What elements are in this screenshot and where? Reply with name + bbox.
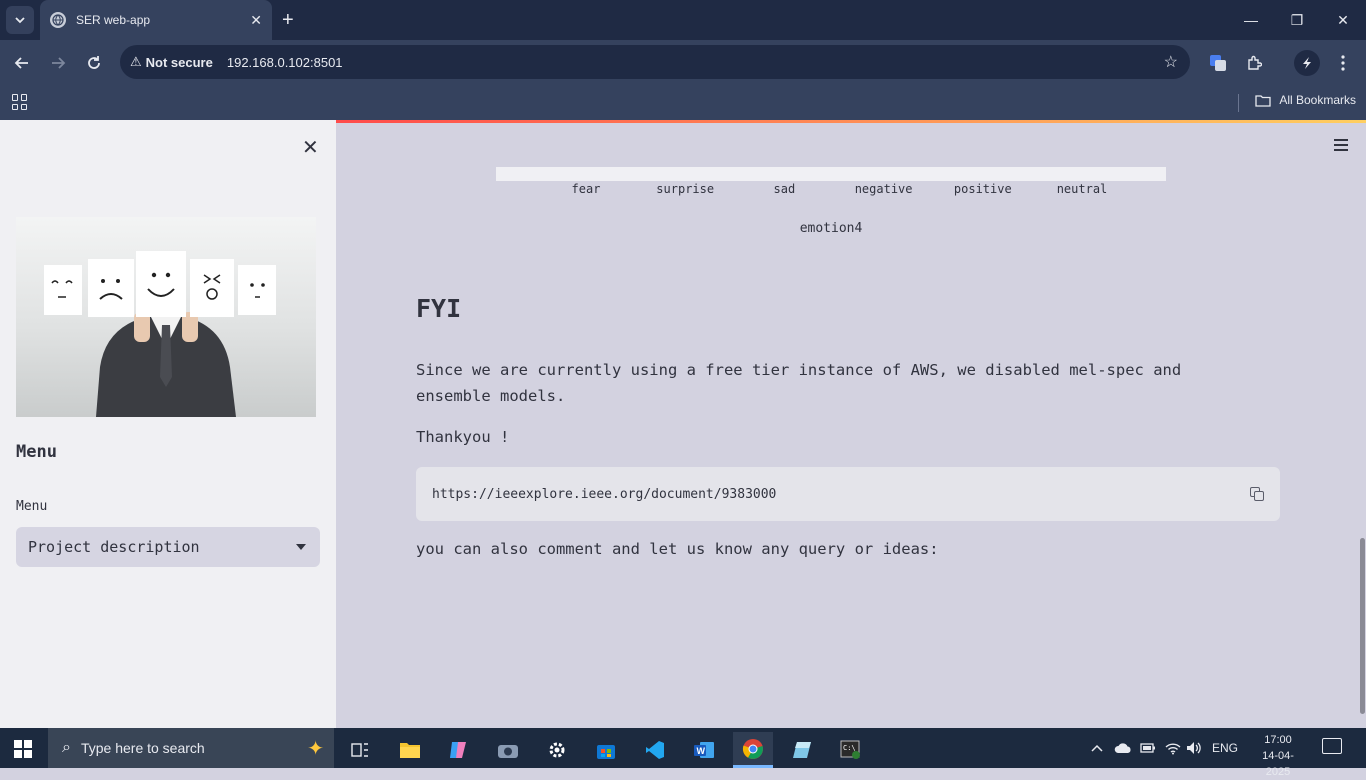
address-bar[interactable]: ⚠ Not secure 192.168.0.102:8501 ☆ bbox=[120, 45, 1190, 79]
arrow-left-icon bbox=[14, 57, 28, 69]
minimize-button[interactable]: — bbox=[1228, 0, 1274, 40]
header-accent-line bbox=[336, 120, 1366, 123]
bookmarks-bar: All Bookmarks bbox=[0, 86, 1366, 120]
sidebar: ✕ Menu Menu Project description bbox=[0, 120, 336, 728]
menu-select[interactable]: Project description bbox=[16, 527, 320, 567]
code-url: https://ieeexplore.ieee.org/document/938… bbox=[432, 486, 777, 502]
chart-x-tick: negative bbox=[854, 182, 913, 196]
app-icon[interactable] bbox=[782, 732, 822, 768]
main-content: fear surprise sad negative positive neutral e… bbox=[336, 120, 1366, 728]
chart-plot-area bbox=[496, 167, 1166, 181]
chrome-icon[interactable] bbox=[733, 732, 773, 768]
sidebar-emotions-image bbox=[16, 217, 316, 417]
tab-title: SER web-app bbox=[76, 13, 151, 27]
file-explorer-icon[interactable] bbox=[390, 732, 430, 768]
scrollbar-thumb[interactable] bbox=[1360, 538, 1365, 714]
caret-down-icon bbox=[296, 544, 306, 550]
battery-icon[interactable] bbox=[1140, 728, 1156, 768]
input-language[interactable]: ENG bbox=[1212, 728, 1238, 768]
clock-time: 17:00 bbox=[1264, 734, 1292, 746]
bookmark-star-icon[interactable]: ☆ bbox=[1164, 52, 1178, 72]
store-icon[interactable] bbox=[586, 732, 626, 768]
browser-menu-icon[interactable] bbox=[1330, 50, 1356, 76]
task-view-icon[interactable] bbox=[340, 732, 380, 768]
restore-button[interactable]: ❐ bbox=[1274, 0, 1320, 40]
chart-x-tick: positive bbox=[953, 182, 1012, 196]
taskbar-search[interactable]: ⌕ Type here to search ✦ bbox=[48, 728, 334, 768]
menu-select-label: Menu bbox=[16, 499, 48, 514]
notification-icon[interactable] bbox=[1322, 738, 1342, 754]
terminal-icon[interactable]: C:\ bbox=[831, 732, 871, 768]
volume-icon[interactable] bbox=[1186, 728, 1202, 768]
camera-icon[interactable] bbox=[488, 732, 528, 768]
settings-gear-icon[interactable] bbox=[537, 732, 577, 768]
taskbar-clock[interactable]: 17:00 14-04-2025 bbox=[1250, 732, 1306, 780]
chart-x-tick: fear bbox=[571, 182, 601, 196]
chart-x-axis-label: emotion4 bbox=[799, 221, 863, 236]
bookmarks-divider bbox=[1238, 94, 1239, 112]
forward-button[interactable] bbox=[43, 48, 73, 78]
comment-prompt: you can also comment and let us know any… bbox=[416, 540, 939, 558]
chart-x-tick: neutral bbox=[1056, 182, 1108, 196]
new-tab-button[interactable]: + bbox=[282, 8, 294, 32]
word-icon[interactable]: W bbox=[684, 732, 724, 768]
reload-button[interactable] bbox=[79, 48, 109, 78]
folder-icon bbox=[1255, 94, 1271, 107]
hamburger-menu-icon[interactable] bbox=[1334, 139, 1348, 151]
windows-start-icon[interactable] bbox=[14, 740, 32, 758]
translate-extension-icon[interactable] bbox=[1205, 50, 1231, 76]
tab-ser-web-app[interactable]: SER web-app ✕ bbox=[40, 0, 272, 40]
globe-icon bbox=[50, 12, 66, 28]
copilot-icon[interactable] bbox=[439, 732, 479, 768]
clock-date: 14-04-2025 bbox=[1262, 750, 1294, 778]
all-bookmarks-button[interactable]: All Bookmarks bbox=[1255, 93, 1356, 107]
security-label[interactable]: Not secure bbox=[146, 55, 213, 70]
page-scrollbar[interactable] bbox=[1358, 120, 1366, 728]
fyi-paragraph: Since we are currently using a free tier… bbox=[416, 361, 1182, 405]
warning-icon[interactable]: ⚠ bbox=[130, 54, 142, 70]
search-icon: ⌕ bbox=[62, 739, 71, 756]
taskbar-search-placeholder: Type here to search bbox=[80, 740, 205, 756]
url-text[interactable]: 192.168.0.102:8501 bbox=[227, 55, 343, 70]
chevron-down-icon bbox=[15, 17, 25, 24]
svg-text:C:\: C:\ bbox=[843, 744, 856, 752]
browser-tab-bar: SER web-app ✕ + — ❐ ✕ bbox=[0, 0, 1366, 40]
svg-text:W: W bbox=[697, 746, 706, 756]
copy-icon[interactable] bbox=[1250, 487, 1264, 501]
chart-x-tick: surprise bbox=[656, 182, 715, 196]
code-block: https://ieeexplore.ieee.org/document/938… bbox=[416, 467, 1280, 521]
sparkle-icon[interactable]: ✦ bbox=[307, 736, 324, 761]
sidebar-heading: Menu bbox=[16, 442, 57, 462]
vscode-icon[interactable] bbox=[635, 732, 675, 768]
thanks-text: Thankyou ! bbox=[416, 428, 510, 446]
menu-select-value: Project description bbox=[28, 538, 200, 556]
all-bookmarks-label: All Bookmarks bbox=[1279, 93, 1356, 107]
tray-chevron-up-icon[interactable] bbox=[1090, 728, 1104, 768]
taskbar: ⌕ Type here to search ✦ W C:\ ENG 17:00 … bbox=[0, 728, 1366, 778]
sidebar-close-icon[interactable]: ✕ bbox=[302, 135, 319, 160]
profile-avatar-icon[interactable] bbox=[1294, 50, 1320, 76]
back-button[interactable] bbox=[7, 48, 37, 78]
arrow-right-icon bbox=[52, 57, 66, 69]
browser-toolbar: ⚠ Not secure 192.168.0.102:8501 ☆ bbox=[0, 40, 1366, 86]
apps-grid-icon[interactable] bbox=[12, 94, 28, 110]
chart-x-tick: sad bbox=[773, 182, 796, 196]
tab-search-button[interactable] bbox=[6, 6, 34, 34]
onedrive-cloud-icon[interactable] bbox=[1114, 728, 1132, 768]
extensions-puzzle-icon[interactable] bbox=[1241, 50, 1267, 76]
tab-close-icon[interactable]: ✕ bbox=[250, 12, 262, 29]
fyi-heading: FYI bbox=[416, 294, 462, 323]
reload-icon bbox=[88, 56, 100, 69]
wifi-icon[interactable] bbox=[1164, 728, 1182, 768]
window-close-button[interactable]: ✕ bbox=[1320, 0, 1366, 40]
